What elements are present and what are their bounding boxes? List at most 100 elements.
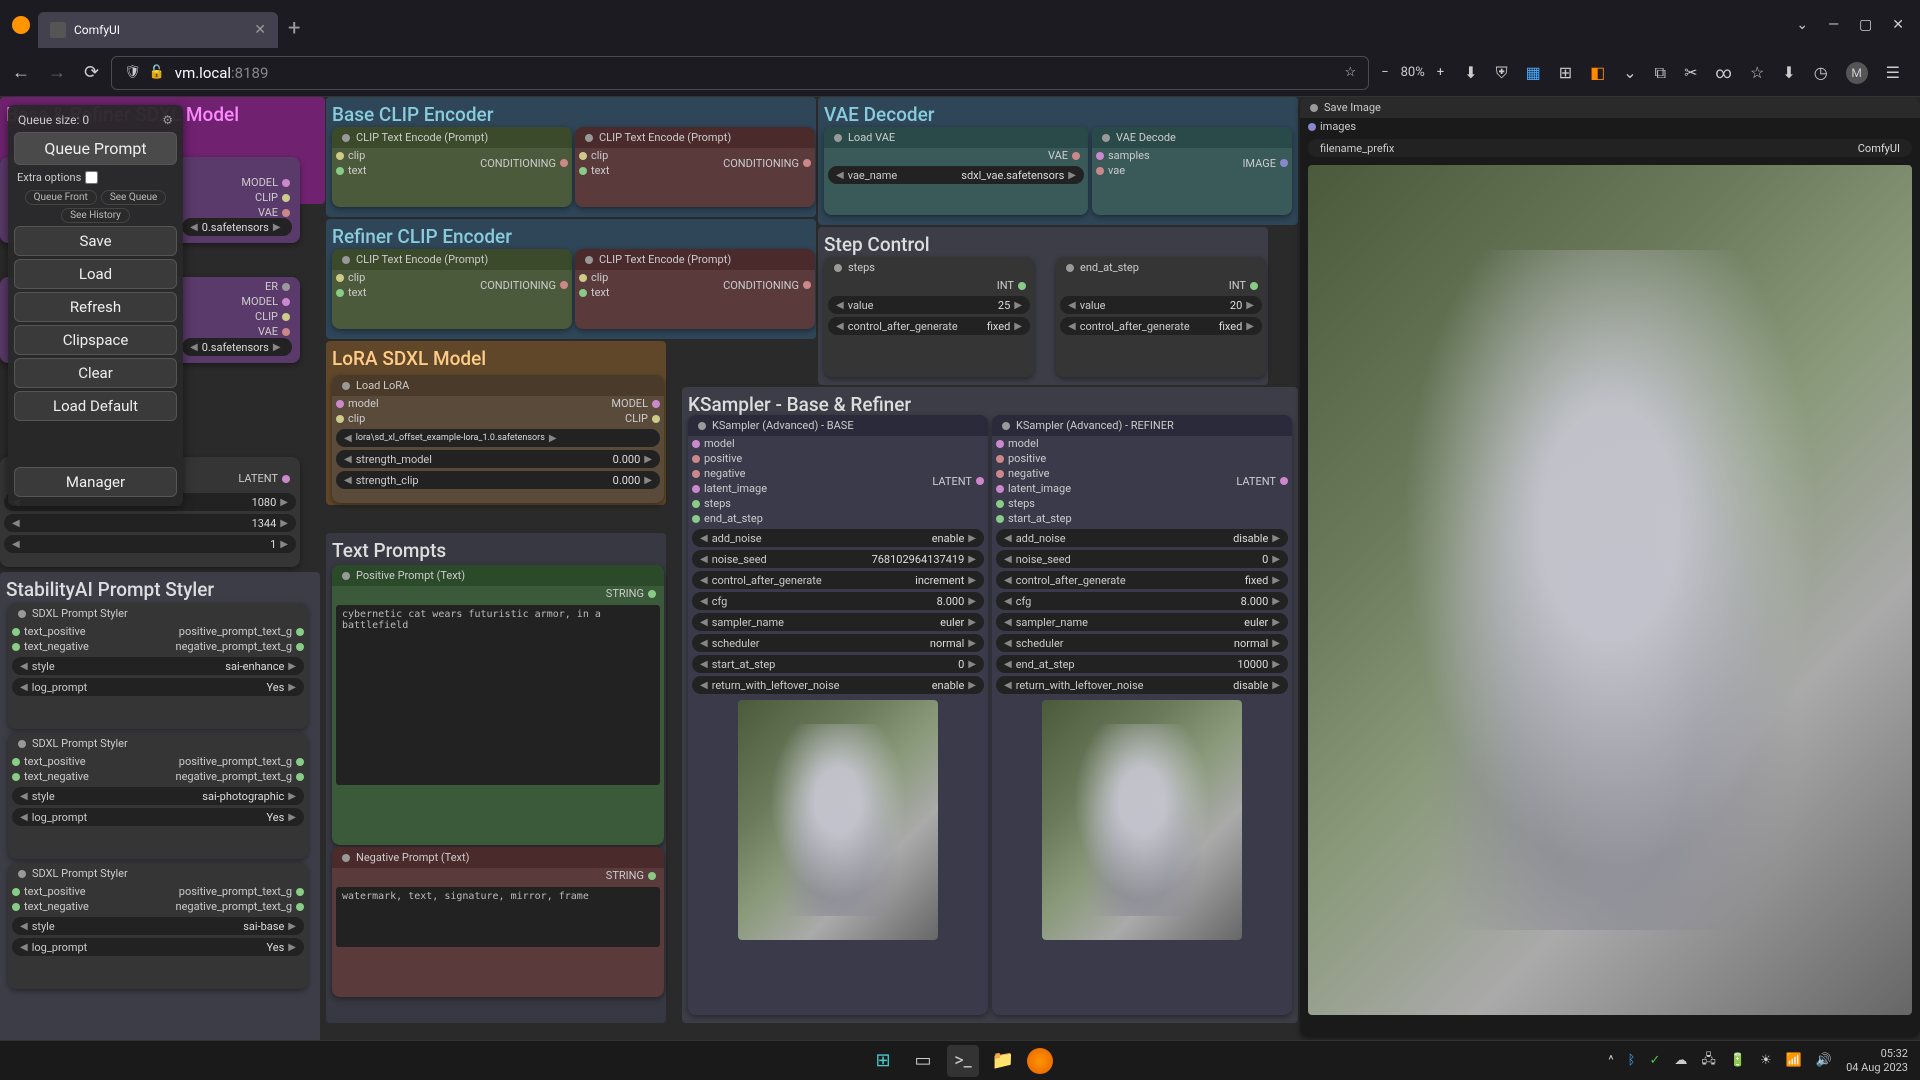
node-styler-1[interactable]: SDXL Prompt Styler text_positive text_ne… xyxy=(8,603,308,729)
positive-prompt-textarea[interactable]: cybernetic cat wears futuristic armor, i… xyxy=(336,605,660,785)
group-title: Base CLIP Encoder xyxy=(326,101,816,128)
volume-icon[interactable]: 🔊 xyxy=(1816,1053,1832,1068)
bookmarks-icon[interactable]: ☆ xyxy=(1750,63,1764,82)
node-styler-3[interactable]: SDXL Prompt Styler text_positive text_ne… xyxy=(8,863,308,989)
zoom-out-icon[interactable]: − xyxy=(1381,65,1388,80)
extra-options-label: Extra options xyxy=(17,171,81,184)
ext2-icon[interactable]: ⊞ xyxy=(1559,63,1572,82)
queue-prompt-button[interactable]: Queue Prompt xyxy=(14,132,177,165)
reload-icon[interactable]: ⟳ xyxy=(84,62,99,83)
shield-icon[interactable]: 🛡 xyxy=(124,65,141,80)
new-tab-button[interactable]: + xyxy=(288,16,300,41)
ext1-icon[interactable]: ▦ xyxy=(1526,63,1541,82)
gear-icon[interactable]: ⚙ xyxy=(162,113,173,127)
preview-thumbnail xyxy=(738,700,938,940)
url-input[interactable]: 🛡 🔓 vm.local:8189 ☆ xyxy=(111,56,1369,90)
group-title: KSampler - Base & Refiner xyxy=(682,391,1298,418)
load-default-button[interactable]: Load Default xyxy=(14,391,177,421)
zoom-level: 80% xyxy=(1401,65,1425,80)
taskview-icon[interactable]: ▭ xyxy=(907,1045,939,1077)
firefox-icon xyxy=(12,16,30,34)
refresh-button[interactable]: Refresh xyxy=(14,292,177,322)
close-window-icon[interactable]: ✕ xyxy=(1892,17,1904,33)
tab-favicon-icon xyxy=(50,22,66,38)
node-clip-refiner-pos[interactable]: CLIP Text Encode (Prompt) clip text COND… xyxy=(332,249,572,329)
back-icon[interactable]: ← xyxy=(12,62,30,83)
node-negative-prompt[interactable]: Negative Prompt (Text) STRING watermark,… xyxy=(332,847,664,997)
extensions-icon[interactable]: ⧉ xyxy=(1655,63,1666,83)
ext3-icon[interactable]: ◧ xyxy=(1590,63,1605,82)
group-title: Step Control xyxy=(818,231,1268,258)
browser-tab-bar: ComfyUI ✕ + ⌄ — ▢ ✕ xyxy=(0,0,1920,49)
maximize-icon[interactable]: ▢ xyxy=(1859,17,1872,33)
node-vae-decode[interactable]: VAE Decode samples vae IMAGE xyxy=(1092,127,1292,215)
node-styler-2[interactable]: SDXL Prompt Styler text_positive text_ne… xyxy=(8,733,308,859)
clear-button[interactable]: Clear xyxy=(14,358,177,388)
node-ksampler-refiner[interactable]: KSampler (Advanced) - REFINER model posi… xyxy=(992,415,1292,1015)
wifi-icon[interactable]: 📶 xyxy=(1786,1053,1802,1068)
save-button[interactable]: Save xyxy=(14,226,177,256)
clock[interactable]: 05:32 04 Aug 2023 xyxy=(1846,1047,1908,1073)
close-icon[interactable]: ✕ xyxy=(254,22,266,38)
pocket-icon[interactable]: ⌄ xyxy=(1623,63,1636,82)
negative-prompt-textarea[interactable]: watermark, text, signature, mirror, fram… xyxy=(336,887,660,947)
account-icon[interactable]: M xyxy=(1846,62,1868,84)
node-clip-refiner-neg[interactable]: CLIP Text Encode (Prompt) clip text COND… xyxy=(575,249,815,329)
history-icon[interactable]: ◷ xyxy=(1814,63,1828,82)
onedrive-icon[interactable]: ☁ xyxy=(1674,1053,1687,1068)
group-title: Refiner CLIP Encoder xyxy=(326,223,816,250)
sync-icon[interactable]: ∞ xyxy=(1715,63,1731,82)
url-text: vm.local:8189 xyxy=(175,64,269,82)
downloads-icon[interactable]: ⬇ xyxy=(1782,63,1795,82)
node-positive-prompt[interactable]: Positive Prompt (Text) STRING cybernetic… xyxy=(332,565,664,845)
node-save-image[interactable]: Save Image images filename_prefixComfyUI xyxy=(1300,97,1920,1037)
ublock-icon[interactable]: ⛨ xyxy=(1496,63,1508,83)
see-history-button[interactable]: See History xyxy=(61,208,130,223)
shield-tray-icon[interactable]: ✓ xyxy=(1649,1053,1660,1068)
node-clip-base-pos[interactable]: CLIP Text Encode (Prompt) clip text COND… xyxy=(332,127,572,207)
node-load-lora[interactable]: Load LoRA model clip MODEL CLIP ◀lora\sd… xyxy=(332,375,664,503)
lock-icon[interactable]: 🔓 xyxy=(149,65,165,80)
download-icon[interactable]: ⬇ xyxy=(1464,63,1477,82)
taskbar: ⊞ ▭ >_ 📁 ^ ᛒ ✓ ☁ 🖧 🔋 ☀ 📶 🔊 05:32 04 Aug … xyxy=(0,1040,1920,1080)
output-image xyxy=(1308,165,1912,1015)
explorer-icon[interactable]: 📁 xyxy=(987,1045,1019,1077)
group-title: StabilityAI Prompt Styler xyxy=(0,576,320,603)
terminal-icon[interactable]: >_ xyxy=(947,1045,979,1077)
tab-title: ComfyUI xyxy=(74,23,254,37)
group-title: LoRA SDXL Model xyxy=(326,345,666,372)
forward-icon[interactable]: → xyxy=(48,62,66,83)
menu-icon[interactable]: ☰ xyxy=(1886,63,1900,82)
group-title: Text Prompts xyxy=(326,537,666,564)
zoom-in-icon[interactable]: + xyxy=(1437,65,1444,80)
url-bar: ← → ⟳ 🛡 🔓 vm.local:8189 ☆ − 80% + ⬇ ⛨ ▦ … xyxy=(0,49,1920,97)
node-clip-base-neg[interactable]: CLIP Text Encode (Prompt) clip text COND… xyxy=(575,127,815,207)
group-title: VAE Decoder xyxy=(818,101,1298,128)
node-load-vae[interactable]: Load VAE VAE ◀vae_namesdxl_vae.safetenso… xyxy=(824,127,1088,215)
preview-thumbnail xyxy=(1042,700,1242,940)
star-icon[interactable]: ☆ xyxy=(1345,65,1357,80)
control-panel: Queue size: 0 ⚙ Queue Prompt Extra optio… xyxy=(8,105,183,506)
brightness-icon[interactable]: ☀ xyxy=(1760,1053,1772,1068)
node-end-at-step[interactable]: end_at_step INT ◀value20▶ ◀control_after… xyxy=(1056,257,1266,377)
chevron-down-icon[interactable]: ⌄ xyxy=(1796,17,1808,33)
node-ksampler-base[interactable]: KSampler (Advanced) - BASE model positiv… xyxy=(688,415,988,1015)
firefox-taskbar-icon[interactable] xyxy=(1027,1048,1053,1074)
clipspace-button[interactable]: Clipspace xyxy=(14,325,177,355)
minimize-icon[interactable]: — xyxy=(1828,17,1839,33)
bluetooth-icon[interactable]: ᛒ xyxy=(1628,1053,1636,1068)
manager-button[interactable]: Manager xyxy=(14,467,177,497)
extra-options-checkbox[interactable] xyxy=(85,171,98,184)
node-steps[interactable]: steps INT ◀value25▶ ◀control_after_gener… xyxy=(824,257,1034,377)
start-icon[interactable]: ⊞ xyxy=(867,1045,899,1077)
chevron-up-icon[interactable]: ^ xyxy=(1608,1053,1613,1068)
load-button[interactable]: Load xyxy=(14,259,177,289)
comfyui-canvas[interactable]: Queue size: 0 ⚙ Queue Prompt Extra optio… xyxy=(0,97,1920,1040)
battery-icon[interactable]: 🔋 xyxy=(1730,1053,1746,1068)
see-queue-button[interactable]: See Queue xyxy=(101,190,167,205)
window-controls: ⌄ — ▢ ✕ xyxy=(1796,17,1912,33)
devtools-icon[interactable]: ✂ xyxy=(1684,63,1697,82)
browser-tab[interactable]: ComfyUI ✕ xyxy=(38,12,278,48)
network-tray-icon[interactable]: 🖧 xyxy=(1701,1050,1716,1072)
queue-front-button[interactable]: Queue Front xyxy=(25,190,97,205)
